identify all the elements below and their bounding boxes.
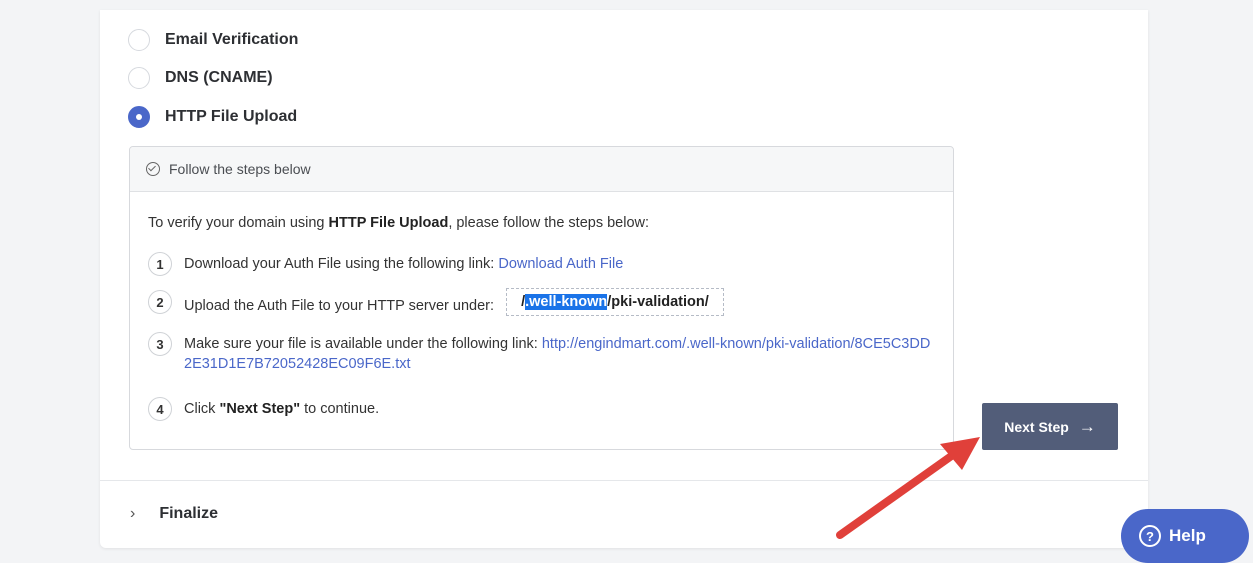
radio-label: DNS (CNAME)	[165, 69, 273, 86]
step-2: 2 Upload the Auth File to your HTTP serv…	[148, 288, 724, 320]
step-number: 3	[148, 332, 172, 356]
radio-button[interactable]	[128, 29, 150, 51]
intro-suffix: , please follow the steps below:	[448, 215, 650, 231]
finalize-section-toggle[interactable]: › Finalize	[130, 505, 218, 523]
next-step-label: Next Step	[1004, 418, 1069, 435]
step-1: 1 Download your Auth File using the foll…	[148, 252, 623, 276]
step-text: Upload the Auth File to your HTTP server…	[184, 298, 495, 314]
finalize-label: Finalize	[159, 505, 219, 522]
radio-dns-cname[interactable]: DNS (CNAME)	[128, 67, 273, 89]
radio-label: Email Verification	[165, 31, 299, 48]
arrow-right-icon: →	[1078, 416, 1096, 436]
intro-text: To verify your domain using	[148, 215, 325, 231]
steps-panel: Follow the steps below To verify your do…	[129, 146, 954, 450]
step-text: Make sure your file is available under t…	[184, 336, 538, 352]
validation-path-box[interactable]: /.well-known/pki-validation/	[506, 288, 724, 316]
steps-intro: To verify your domain using HTTP File Up…	[148, 215, 649, 231]
check-circle-icon	[146, 162, 160, 176]
radio-email-verification[interactable]: Email Verification	[128, 29, 298, 51]
steps-panel-header: Follow the steps below	[130, 147, 953, 192]
step-number: 1	[148, 252, 172, 276]
radio-button[interactable]	[128, 67, 150, 89]
chevron-right-icon: ›	[130, 505, 136, 522]
step-text-suffix: to continue.	[304, 401, 380, 417]
step-text: Click	[184, 401, 216, 417]
step-3: 3 Make sure your file is available under…	[148, 332, 938, 374]
section-divider	[100, 480, 1148, 481]
step-strong: "Next Step"	[219, 401, 301, 417]
step-number: 2	[148, 290, 172, 314]
help-button[interactable]: ? Help	[1121, 509, 1249, 563]
help-label: Help	[1169, 526, 1206, 545]
next-step-button[interactable]: Next Step →	[982, 403, 1118, 450]
step-text: Download your Auth File using the follow…	[184, 256, 495, 272]
radio-label: HTTP File Upload	[165, 108, 298, 125]
radio-http-file-upload[interactable]: HTTP File Upload	[128, 106, 297, 128]
step-number: 4	[148, 397, 172, 421]
question-circle-icon: ?	[1139, 525, 1161, 547]
path-selected-text: .well-known	[525, 294, 608, 310]
steps-panel-title: Follow the steps below	[169, 161, 311, 177]
path-suffix: /pki-validation/	[607, 294, 709, 310]
radio-button-checked[interactable]	[128, 106, 150, 128]
download-auth-file-link[interactable]: Download Auth File	[498, 256, 623, 272]
step-4: 4 Click "Next Step" to continue.	[148, 397, 379, 421]
intro-method: HTTP File Upload	[328, 215, 449, 231]
